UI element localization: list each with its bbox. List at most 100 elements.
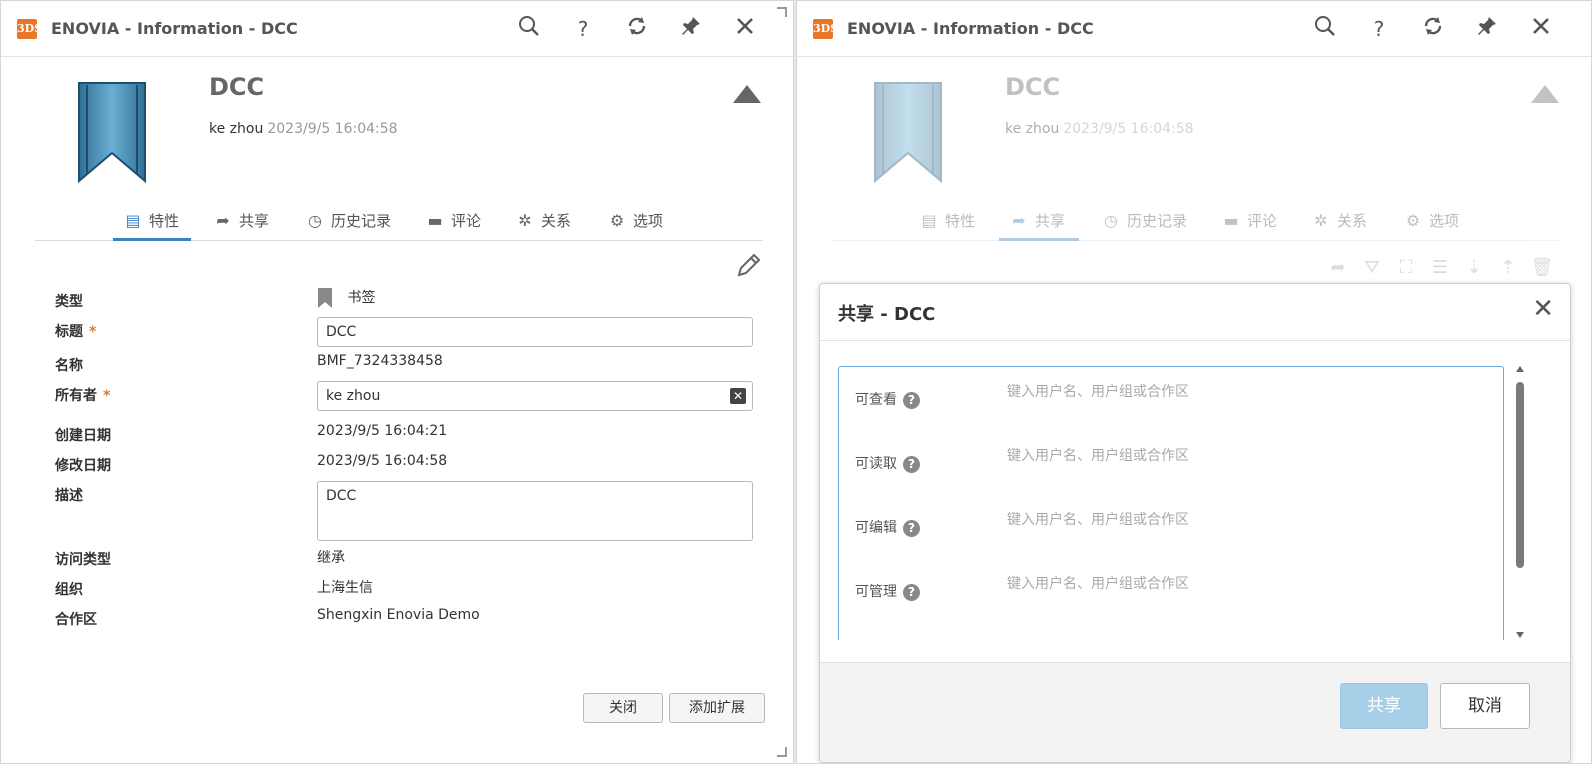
cancel-button[interactable]: 取消 [1440,683,1530,729]
close-icon[interactable] [1527,15,1555,43]
relations-icon: ✲ [1314,211,1328,230]
tab-options: ⚙ 选项 [1403,201,1459,241]
name-label: 名称 [55,358,83,374]
modified-value: 2023/9/5 16:04:58 [317,453,448,469]
tab-bar: ▤ 特性 ➦ 共享 ◷ 历史记录 ▬ 评论 ✲ 关系 ⚙ 选项 [35,201,763,241]
description-label: 描述 [55,488,83,504]
scroll-thumb[interactable] [1516,382,1524,568]
can-view-input[interactable]: 键入用户名、用户组或合作区 [1007,381,1189,401]
comment-icon: ▬ [427,211,443,230]
can-edit-label: 可编辑? [855,517,920,537]
can-view-label: 可查看? [855,389,920,409]
share-button[interactable]: 共享 [1340,683,1428,729]
access-type-label: 访问类型 [55,552,111,568]
name-value: BMF_7324338458 [317,353,443,369]
modified-timestamp: 2023/9/5 16:04:58 [267,121,398,137]
pin-icon[interactable] [677,15,705,43]
properties-icon: ▤ [125,211,141,230]
help-icon[interactable]: ? [1365,15,1393,43]
modified-label: 修改日期 [55,458,111,474]
help-icon[interactable]: ? [903,455,920,473]
tab-share[interactable]: ➦ 共享 [213,201,269,241]
help-icon[interactable]: ? [569,15,597,43]
comment-icon: ▬ [1223,211,1239,230]
help-icon[interactable]: ? [903,583,920,601]
filter-icon: ⛛ [1364,257,1380,278]
bookmark-icon [873,81,943,187]
title-bar: 3DS ENOVIA - Information - DCC ? [797,1,1591,57]
info-panel-right: 3DS ENOVIA - Information - DCC ? DCC ke … [796,0,1592,764]
relations-icon: ✲ [518,211,532,230]
history-icon: ◷ [1104,211,1118,230]
dialog-title: 共享 - DCC [838,304,936,325]
collapse-header-icon[interactable] [733,85,761,103]
share-icon: ➦ [216,211,230,230]
title-input[interactable]: DCC [317,317,753,347]
tab-history: ◷ 历史记录 [1101,201,1187,241]
tab-properties[interactable]: ▤ 特性 [113,201,191,241]
history-icon: ◷ [308,211,322,230]
tab-relations: ✲ 关系 [1311,201,1367,241]
description-textarea[interactable]: DCC [317,481,753,541]
title-label: 标题 * [55,324,97,340]
organization-label: 组织 [55,582,83,598]
refresh-icon[interactable] [1419,15,1447,43]
3ds-logo-icon: 3DS [17,19,42,39]
tab-relations[interactable]: ✲ 关系 [515,201,571,241]
tab-options[interactable]: ⚙ 选项 [607,201,663,241]
sort-za-icon: ⇡ [1500,257,1516,278]
close-icon[interactable] [731,15,759,43]
owner-name[interactable]: ke zhou [209,121,263,137]
type-value: 书签 [317,287,375,309]
can-read-input[interactable]: 键入用户名、用户组或合作区 [1007,445,1189,465]
dialog-close-icon[interactable]: ✕ [1532,294,1554,324]
help-icon[interactable]: ? [903,519,920,537]
collab-space-value: Shengxin Enovia Demo [317,607,480,623]
add-extension-button[interactable]: 添加扩展 [669,693,765,723]
can-manage-label: 可管理? [855,581,920,601]
modified-timestamp: 2023/9/5 16:04:58 [1063,121,1194,137]
tab-comments[interactable]: ▬ 评论 [425,201,481,241]
organization-value: 上海生信 [317,580,373,596]
object-meta: ke zhou 2023/9/5 16:04:58 [1005,121,1194,137]
title-bar: 3DS ENOVIA - Information - DCC ? [1,1,793,57]
share-permissions-area: 可查看? 键入用户名、用户组或合作区 可读取? 键入用户名、用户组或合作区 可编… [838,366,1504,640]
tab-bar: ▤ 特性 ➦ 共享 ◷ 历史记录 ▬ 评论 ✲ 关系 ⚙ 选项 [831,201,1561,241]
close-button[interactable]: 关闭 [583,693,663,723]
help-icon[interactable]: ? [903,391,920,409]
can-edit-input[interactable]: 键入用户名、用户组或合作区 [1007,509,1189,529]
tab-comments: ▬ 评论 [1221,201,1277,241]
can-read-label: 可读取? [855,453,920,473]
share-arrow-icon: ➦ [1330,257,1346,278]
refresh-icon[interactable] [623,15,651,43]
properties-icon: ▤ [921,211,937,230]
window-title: ENOVIA - Information - DCC [847,19,1094,38]
tab-history[interactable]: ◷ 历史记录 [305,201,391,241]
access-type-value: 继承 [317,550,345,566]
search-icon[interactable] [1311,15,1339,43]
clear-owner-icon[interactable]: ✕ [730,388,746,404]
search-icon[interactable] [515,15,543,43]
collapse-header-icon [1531,85,1559,103]
gear-icon: ⚙ [1405,211,1421,230]
can-manage-input[interactable]: 键入用户名、用户组或合作区 [1007,573,1189,593]
pin-icon[interactable] [1473,15,1501,43]
dialog-divider [820,340,1570,341]
owner-name: ke zhou [1005,121,1060,137]
edit-pencil-icon[interactable] [735,251,763,279]
created-label: 创建日期 [55,428,111,444]
resize-grip-bottom[interactable] [777,747,787,757]
type-label: 类型 [55,294,83,310]
scrollbar[interactable] [1514,364,1526,640]
window-title: ENOVIA - Information - DCC [51,19,298,38]
info-panel-left: 3DS ENOVIA - Information - DCC ? DCC ke … [0,0,794,764]
resize-grip-top[interactable] [777,7,787,17]
object-title: DCC [209,73,265,101]
created-value: 2023/9/5 16:04:21 [317,423,448,439]
collab-space-label: 合作区 [55,612,97,628]
tab-share: ➦ 共享 [999,201,1079,241]
owner-label: 所有者 * [55,388,111,404]
share-toolbar: ➦ ⛛ ⛶ ☰ ⇣ ⇡ 🗑 [1317,257,1555,285]
fullscreen-icon: ⛶ [1399,257,1413,278]
owner-input[interactable]: ke zhou ✕ [317,381,753,411]
